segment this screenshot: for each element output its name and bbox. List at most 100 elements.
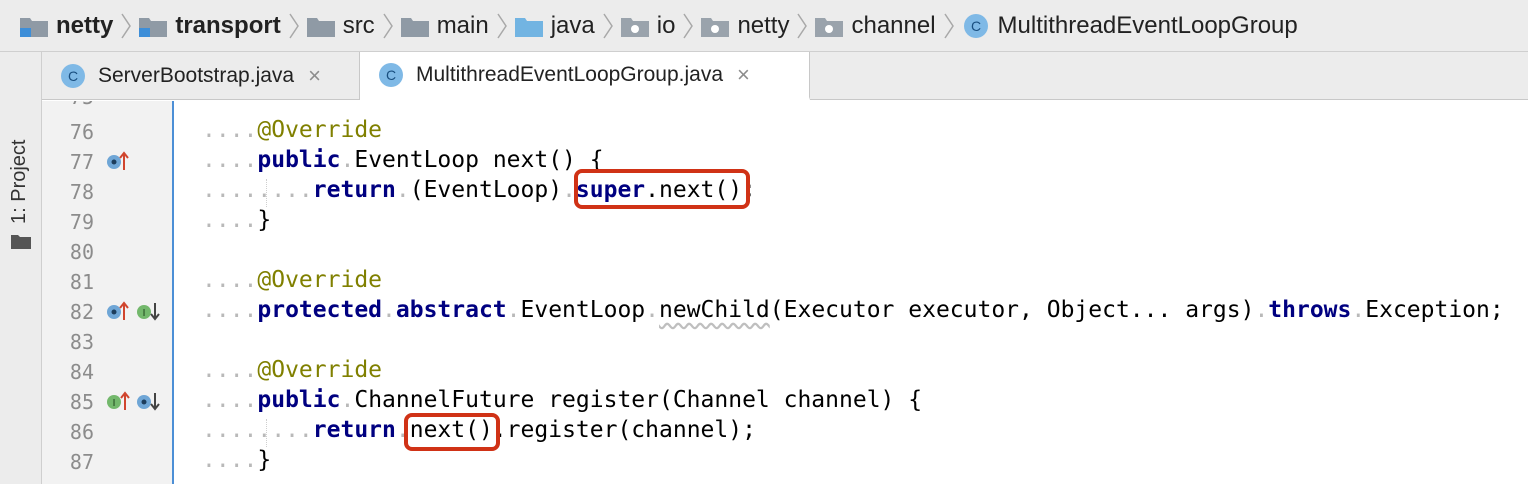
module-folder-icon [20,15,48,37]
editor-gutter[interactable]: 75 76 77 78 79 80 81 82 I 83 84 85 I 86 87 [42,101,172,484]
breadcrumb-item[interactable]: transport [139,0,281,51]
line-number: 84 [69,360,94,384]
breadcrumb-item[interactable]: netty [701,0,790,51]
method-call-chain: .register(channel); [492,417,756,443]
keyword: public [257,147,341,173]
breadcrumb-label: netty [56,11,114,39]
class-icon: C [962,12,990,40]
breadcrumb-item[interactable]: channel [815,0,936,51]
line-number: 77 [69,150,94,174]
breadcrumb-item[interactable]: io [620,0,676,51]
code-line-85: ....public.ChannelFuture register(Channe… [202,387,923,413]
svg-text:C: C [970,18,980,34]
line-number: 81 [69,270,94,294]
closing-brace: } [257,207,272,233]
overrides-method-icon[interactable] [106,151,130,176]
tab-multithread-event-loop-group[interactable]: C MultithreadEventLoopGroup.java × [360,52,810,100]
line-number: 76 [69,120,94,144]
breadcrumb-label: netty [737,11,790,39]
chevron-right-icon [113,0,139,51]
keyword: abstract [395,297,507,323]
chevron-right-icon [789,0,815,51]
line-number: 87 [69,450,94,474]
package-icon [701,15,730,37]
breadcrumb: netty transport src main java io netty channel C… [0,0,1528,52]
breadcrumb-label: io [656,11,676,39]
line-number: 85 [69,390,94,414]
line-number: 75 [42,101,94,109]
indent-guide [266,179,267,207]
keyword: return [312,417,396,443]
package-icon [620,15,649,37]
source-folder-icon [514,15,543,37]
chevron-right-icon [375,0,401,51]
method-signature: EventLoop next() { [354,147,604,173]
tab-label: ServerBootstrap.java [98,63,295,87]
parameter-list: (Executor executor, Object... args) [769,297,1255,323]
module-folder-icon [139,15,168,37]
tab-server-bootstrap[interactable]: C ServerBootstrap.java × [42,52,360,99]
svg-text:I: I [143,308,146,319]
keyword-super: super [575,177,646,203]
breadcrumb-label: main [436,11,489,39]
implements-method-icon[interactable]: I [106,391,130,416]
overrides-method-icon[interactable] [106,301,130,326]
line-number: 83 [69,330,94,354]
keyword: throws [1268,297,1352,323]
is-implemented-icon[interactable]: I [136,301,160,326]
tab-label: MultithreadEventLoopGroup.java [416,62,724,86]
breadcrumb-item[interactable]: main [400,0,489,51]
breadcrumb-label: java [550,11,595,39]
breadcrumb-item[interactable]: java [514,0,595,51]
semicolon: ; [742,177,756,203]
chevron-right-icon [675,0,701,51]
method-call: .next() [645,177,743,203]
breadcrumb-item[interactable]: netty [20,0,114,51]
chevron-right-icon [281,0,307,51]
annotation: @Override [257,357,383,383]
annotation: @Override [257,117,383,143]
breadcrumb-item[interactable]: src [306,0,375,51]
breadcrumb-label: transport [175,11,281,39]
keyword: protected [257,297,383,323]
code-editor[interactable]: ....@Override ....public.EventLoop next(… [174,101,1528,484]
line-number: 79 [69,210,94,234]
svg-text:C: C [386,67,396,83]
keyword: public [257,387,341,413]
method-signature: ChannelFuture register(Channel channel) … [354,387,923,413]
cast-expression: (EventLoop) [409,177,563,203]
method-name: newChild [659,297,770,323]
project-tool-window-label[interactable]: 1: Project [8,140,31,224]
code-line-76: ....@Override [202,117,383,143]
keyword: return [312,177,396,203]
svg-text:C: C [68,68,78,84]
close-icon[interactable]: × [737,62,750,88]
closing-brace: } [257,447,272,473]
code-line-86: ........return.next().register(channel); [202,417,756,443]
breadcrumb-label: MultithreadEventLoopGroup [997,11,1298,39]
exception-type: Exception; [1365,297,1504,323]
package-icon [815,15,844,37]
folder-icon[interactable] [11,233,31,249]
code-line-84: ....@Override [202,357,383,383]
code-line-77: ....public.EventLoop next() { [202,147,604,173]
chevron-right-icon [936,0,962,51]
code-line-78: ........return.(EventLoop).super.next(); [202,177,756,203]
project-tool-window-strip[interactable]: 1: Project [0,52,42,484]
annotation: @Override [257,267,383,293]
method-call: next() [409,417,493,443]
indent-guide [266,419,267,447]
svg-text:I: I [113,398,116,409]
is-overridden-icon[interactable] [136,391,160,416]
breadcrumb-label: src [342,11,375,39]
breadcrumb-item[interactable]: C MultithreadEventLoopGroup [962,0,1298,51]
line-number: 78 [69,180,94,204]
code-line-79: ....} [202,207,272,233]
code-line-81: ....@Override [202,267,383,293]
return-type: EventLoop [520,297,646,323]
code-line-82: ....protected.abstract.EventLoop.newChil… [202,297,1504,323]
class-icon: C [60,63,86,89]
folder-icon [400,15,429,37]
chevron-right-icon [595,0,621,51]
close-icon[interactable]: × [308,63,321,89]
